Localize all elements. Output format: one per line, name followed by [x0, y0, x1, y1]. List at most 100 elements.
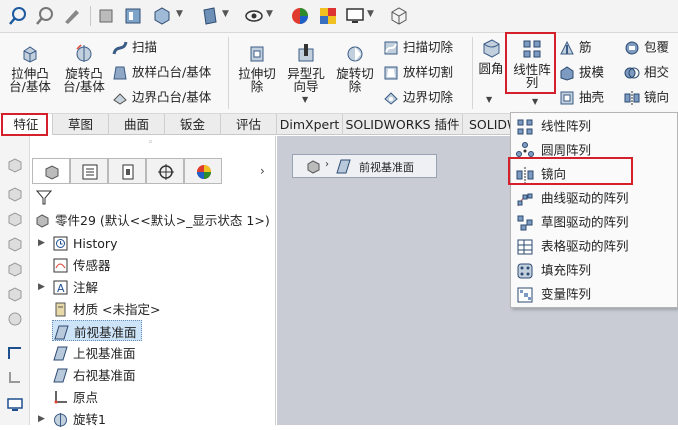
tab-sketch[interactable]: 草图	[53, 114, 109, 135]
tree-item-revolve1[interactable]: 旋转1	[52, 408, 106, 429]
panel-scroll-right-icon[interactable]: ›	[260, 164, 265, 178]
sweep-button[interactable]: 扫描	[112, 37, 157, 57]
revolve-cut-button[interactable]: 旋转切 除	[332, 43, 378, 93]
zoom-area-icon[interactable]	[35, 6, 55, 26]
part-icon[interactable]	[6, 285, 24, 303]
display-style-dropdown[interactable]: ▼	[222, 9, 229, 19]
revolve-boss-button[interactable]: 旋转凸 台/基体	[60, 43, 108, 93]
history-expander[interactable]: ▶	[38, 238, 45, 248]
extrude-boss-label: 拉伸凸 台/基体	[9, 66, 51, 94]
menu-item-fill-pattern[interactable]: 填充阵列	[511, 258, 677, 282]
tree-item-annotations[interactable]: A 注解	[52, 276, 98, 297]
tab-surfaces[interactable]: 曲面	[109, 114, 165, 135]
pattern-dropdown-menu: 线性阵列 圆周阵列 镜向 曲线驱动的阵列 草图驱动的阵列 表格驱动的阵列 填充阵…	[510, 112, 678, 308]
filter-icon[interactable]	[36, 189, 52, 205]
part-root-node[interactable]: 零件29 (默认<<默认>_显示状态 1>)	[34, 209, 270, 230]
table-pattern-icon	[517, 239, 533, 254]
loft-cut-button[interactable]: 放样切割	[383, 62, 453, 82]
tab-display-manager[interactable]	[184, 158, 222, 184]
fillet-label: 圆角	[478, 61, 504, 76]
view-orientation-dropdown[interactable]: ▼	[176, 9, 183, 19]
hole-wizard-label: 异型孔 向导	[287, 66, 325, 94]
boundary-boss-icon	[113, 92, 127, 105]
draft-button[interactable]: 拔模	[559, 62, 604, 82]
hole-wizard-icon	[298, 44, 314, 62]
breadcrumb-label[interactable]: 前视基准面	[359, 159, 414, 175]
annotations-expander[interactable]: ▶	[38, 282, 45, 292]
mirror-label: 镜向	[644, 89, 670, 105]
extrude-cut-button[interactable]: 拉伸切 除	[234, 43, 280, 93]
sketch-icon[interactable]	[6, 344, 24, 362]
hide-show-icon[interactable]	[244, 6, 264, 26]
sweep-cut-button[interactable]: 扫描切除	[383, 37, 453, 57]
view-orientation-icon[interactable]	[152, 6, 172, 26]
tree-item-front-plane[interactable]: 前视基准面	[52, 320, 142, 341]
tab-dimxpert-manager[interactable]	[146, 158, 184, 184]
loft-boss-icon	[113, 66, 127, 79]
tab-configuration-manager[interactable]	[108, 158, 146, 184]
fillet-dropdown[interactable]: ▼	[486, 95, 492, 104]
tree-item-sensors[interactable]: 传感器	[52, 254, 111, 275]
apply-scene-icon[interactable]	[318, 6, 338, 26]
hole-wizard-dropdown[interactable]: ▼	[302, 95, 308, 104]
tree-item-history[interactable]: History	[52, 232, 117, 253]
breadcrumb: › 前视基准面	[292, 154, 437, 178]
fillet-button[interactable]: 圆角	[475, 38, 507, 75]
dynamic-annotation-icon[interactable]	[123, 6, 143, 26]
linear-pattern-dropdown[interactable]: ▼	[532, 97, 538, 106]
part-icon[interactable]	[305, 158, 322, 175]
boundary-boss-label: 边界凸台/基体	[132, 89, 212, 105]
mirror-button[interactable]: 镜向	[624, 87, 669, 107]
rib-button[interactable]: 筋	[559, 37, 592, 57]
annotations-label: 注解	[73, 280, 99, 295]
tab-solidworks-overflow[interactable]: SOLIDW	[463, 114, 511, 135]
wrap-button[interactable]: 包覆	[624, 37, 669, 57]
tree-item-right-plane[interactable]: 右视基准面	[52, 364, 136, 385]
boundary-boss-button[interactable]: 边界凸台/基体	[112, 87, 211, 107]
extrude-boss-button[interactable]: 拉伸凸 台/基体	[6, 43, 54, 93]
view-settings-icon[interactable]	[345, 6, 365, 26]
tree-item-origin[interactable]: 原点	[52, 386, 98, 407]
tree-item-material[interactable]: 材质 <未指定>	[52, 298, 160, 319]
tab-property-manager[interactable]	[70, 158, 108, 184]
shield-icon[interactable]	[6, 310, 24, 328]
previous-view-icon[interactable]	[62, 6, 82, 26]
menu-item-variable-pattern[interactable]: 变量阵列	[511, 282, 677, 306]
tab-dimxpert[interactable]: DimXpert	[277, 114, 343, 135]
sweep-cut-icon	[384, 41, 398, 54]
zoom-to-fit-icon[interactable]	[8, 6, 28, 26]
part-icon[interactable]	[6, 185, 24, 203]
menu-item-linear-pattern[interactable]: 线性阵列	[511, 114, 677, 138]
tree-item-top-plane[interactable]: 上视基准面	[52, 342, 136, 363]
tab-feature-tree[interactable]	[32, 158, 70, 184]
intersect-button[interactable]: 相交	[624, 62, 669, 82]
loft-boss-button[interactable]: 放样凸台/基体	[112, 62, 211, 82]
boundary-cut-button[interactable]: 边界切除	[383, 87, 453, 107]
menu-item-curve-driven-pattern[interactable]: 曲线驱动的阵列	[511, 186, 677, 210]
tab-evaluate[interactable]: 评估	[221, 114, 277, 135]
plane-icon[interactable]	[335, 158, 352, 175]
sketch-corner-icon[interactable]	[6, 368, 24, 386]
part-icon[interactable]	[6, 260, 24, 278]
panel-grip-icon[interactable]: ◦	[148, 138, 153, 148]
extrude-cut-label: 拉伸切 除	[238, 66, 276, 94]
menu-item-sketch-driven-pattern[interactable]: 草图驱动的阵列	[511, 210, 677, 234]
section-view-icon[interactable]	[97, 6, 117, 26]
3d-view-icon[interactable]	[389, 6, 409, 26]
view-settings-dropdown[interactable]: ▼	[367, 9, 374, 19]
part-icon[interactable]	[6, 235, 24, 253]
shell-button[interactable]: 抽壳	[559, 87, 604, 107]
display-style-icon[interactable]	[200, 6, 220, 26]
menu-item-table-driven-pattern[interactable]: 表格驱动的阵列	[511, 234, 677, 258]
part-icon[interactable]	[6, 210, 24, 228]
part-icon[interactable]	[6, 156, 24, 174]
monitor-icon[interactable]	[6, 396, 24, 414]
hole-wizard-button[interactable]: 异型孔 向导	[283, 43, 329, 93]
tab-sheet-metal[interactable]: 钣金	[165, 114, 221, 135]
mirror-icon	[624, 90, 640, 105]
view-toolbar: ▼ ▼ ▼ ▼	[0, 0, 678, 33]
tab-solidworks-addins[interactable]: SOLIDWORKS 插件	[343, 114, 463, 135]
hide-show-dropdown[interactable]: ▼	[266, 9, 273, 19]
revolve-expander[interactable]: ▶	[38, 414, 45, 424]
edit-appearance-icon[interactable]	[290, 6, 310, 26]
